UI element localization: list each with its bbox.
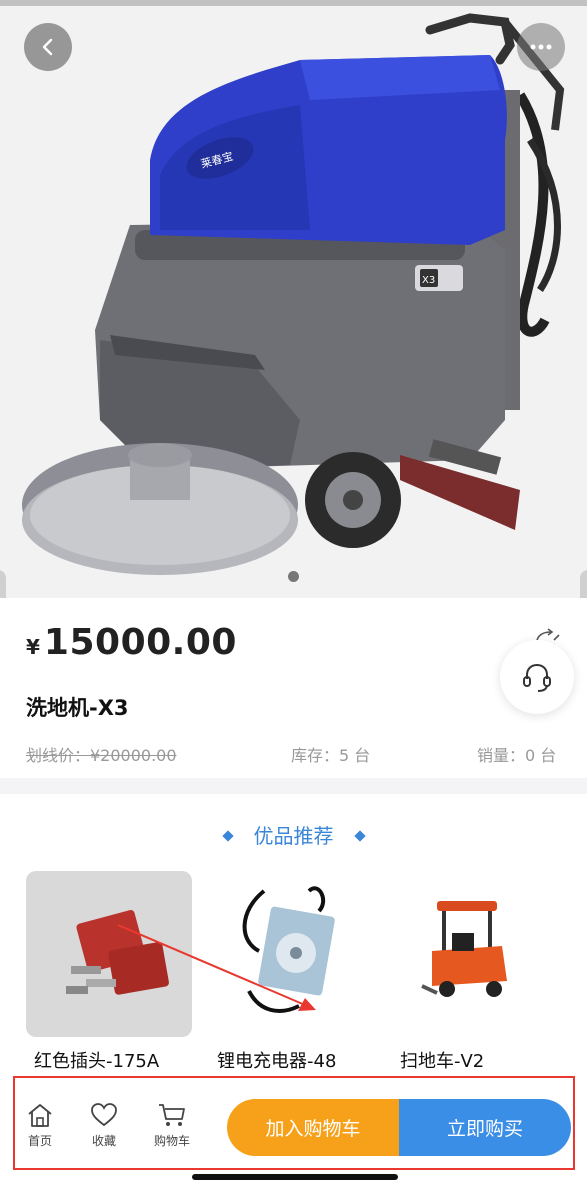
product-info-panel: ¥ 15000.00 洗地机-X3 划线价：¥20000.00 库存：5 台 销… — [0, 598, 587, 778]
recommendation-title: 优品推荐 — [253, 824, 334, 848]
recommend-item[interactable]: 红色插头-175A — [26, 871, 192, 1073]
back-button[interactable] — [24, 23, 72, 71]
annotation-highlight-box — [13, 1076, 575, 1170]
chevron-left-icon — [42, 38, 53, 56]
customer-service-button[interactable] — [500, 640, 574, 714]
price-value: 15000.00 — [43, 622, 237, 663]
recommend-item-name: 锂电充电器-48 — [217, 1051, 337, 1072]
original-price: 划线价：¥20000.00 — [26, 746, 177, 765]
home-indicator — [192, 1174, 398, 1180]
diamond-icon — [221, 829, 234, 842]
carousel-indicator — [288, 571, 299, 582]
charger-image — [209, 871, 375, 1037]
machine-badge-text: X3 — [422, 275, 435, 286]
diamond-icon — [353, 829, 366, 842]
sales-count: 销量：0 台 — [477, 746, 557, 765]
recommendation-section: 优品推荐 红色插头-175A 锂电充电器-48 扫地车-V2 — [0, 794, 587, 1094]
headset-icon — [523, 663, 551, 692]
product-image-carousel[interactable]: 莱春宝 X3 — [0, 0, 587, 598]
product-price: ¥ 15000.00 — [26, 622, 237, 663]
recommend-item[interactable]: 扫地车-V2 — [392, 871, 558, 1073]
status-strip — [0, 0, 587, 6]
recommend-item-name: 扫地车-V2 — [400, 1051, 485, 1072]
stock-count: 库存：5 台 — [291, 746, 371, 765]
floor-scrubber-image: 莱春宝 X3 — [22, 13, 565, 575]
more-dots-icon — [530, 44, 552, 50]
recommend-item-name: 红色插头-175A — [34, 1051, 160, 1072]
more-button[interactable] — [517, 23, 565, 71]
recommendation-heading: 优品推荐 — [0, 820, 587, 849]
currency-symbol: ¥ — [26, 635, 40, 659]
product-name: 洗地机-X3 — [26, 696, 129, 720]
red-plug-image — [26, 871, 192, 1037]
recommend-item[interactable]: 锂电充电器-48 — [209, 871, 375, 1073]
sweeper-image — [392, 871, 558, 1037]
